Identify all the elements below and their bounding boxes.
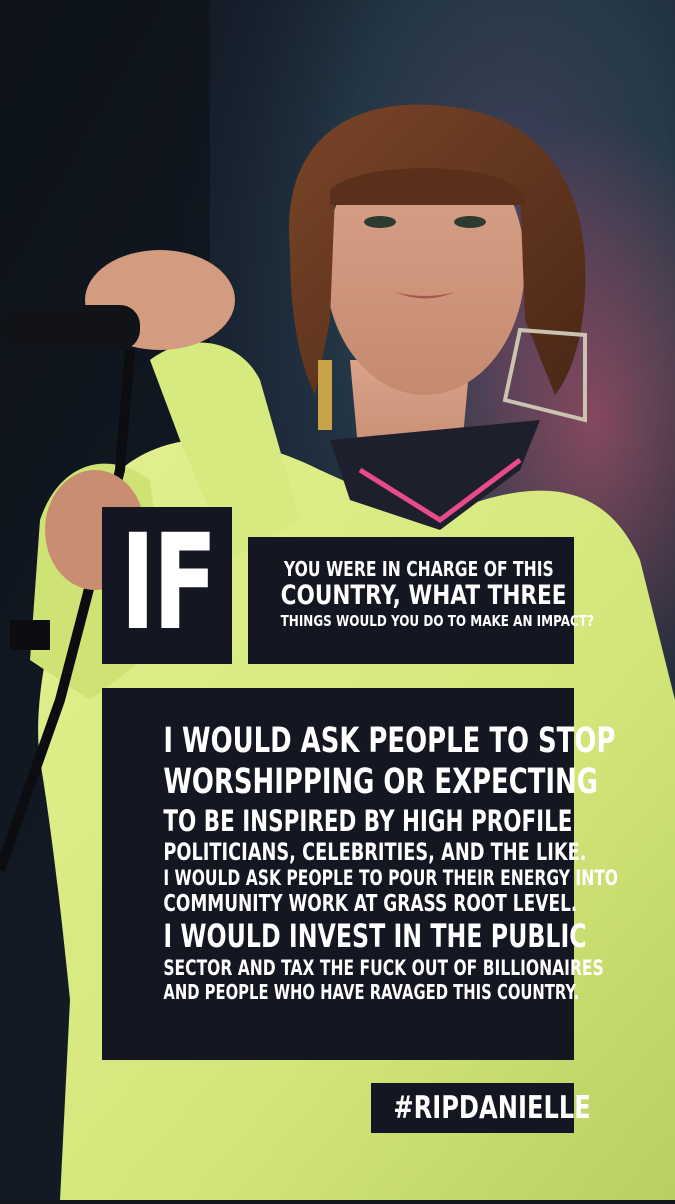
answer-line: COMMUNITY WORK AT GRASS ROOT LEVEL. [163, 890, 578, 917]
answer-line: POLITICIANS, CELEBRITIES, AND THE LIKE. [163, 837, 587, 866]
question-box: YOU WERE IN CHARGE OF THIS COUNTRY, WHAT… [248, 537, 595, 664]
answer-line: I WOULD ASK PEOPLE TO STOP [163, 721, 616, 761]
if-label-box: IF [102, 507, 232, 664]
question-line-2: COUNTRY, WHAT THREE [280, 580, 567, 611]
answer-box: I WOULD ASK PEOPLE TO STOP WORSHIPPING O… [102, 688, 619, 1060]
question-line-3: THINGS WOULD YOU DO TO MAKE AN IMPACT? [280, 612, 595, 631]
question-line-1: YOU WERE IN CHARGE OF THIS [283, 557, 554, 581]
answer-line: WORSHIPPING OR EXPECTING [163, 762, 598, 803]
answer-line: SECTOR AND TAX THE FUCK OUT OF BILLIONAI… [163, 955, 604, 980]
answer-line: TO BE INSPIRED BY HIGH PROFILE [163, 803, 573, 838]
hashtag: #RIPDANIELLE [393, 1090, 591, 1126]
answer-line: AND PEOPLE WHO HAVE RAVAGED THIS COUNTRY… [163, 979, 580, 1004]
if-label: IF [120, 506, 217, 660]
hashtag-box: #RIPDANIELLE [371, 1083, 591, 1133]
answer-line: I WOULD ASK PEOPLE TO POUR THEIR ENERGY … [163, 866, 619, 891]
answer-line: I WOULD INVEST IN THE PUBLIC [163, 917, 587, 956]
